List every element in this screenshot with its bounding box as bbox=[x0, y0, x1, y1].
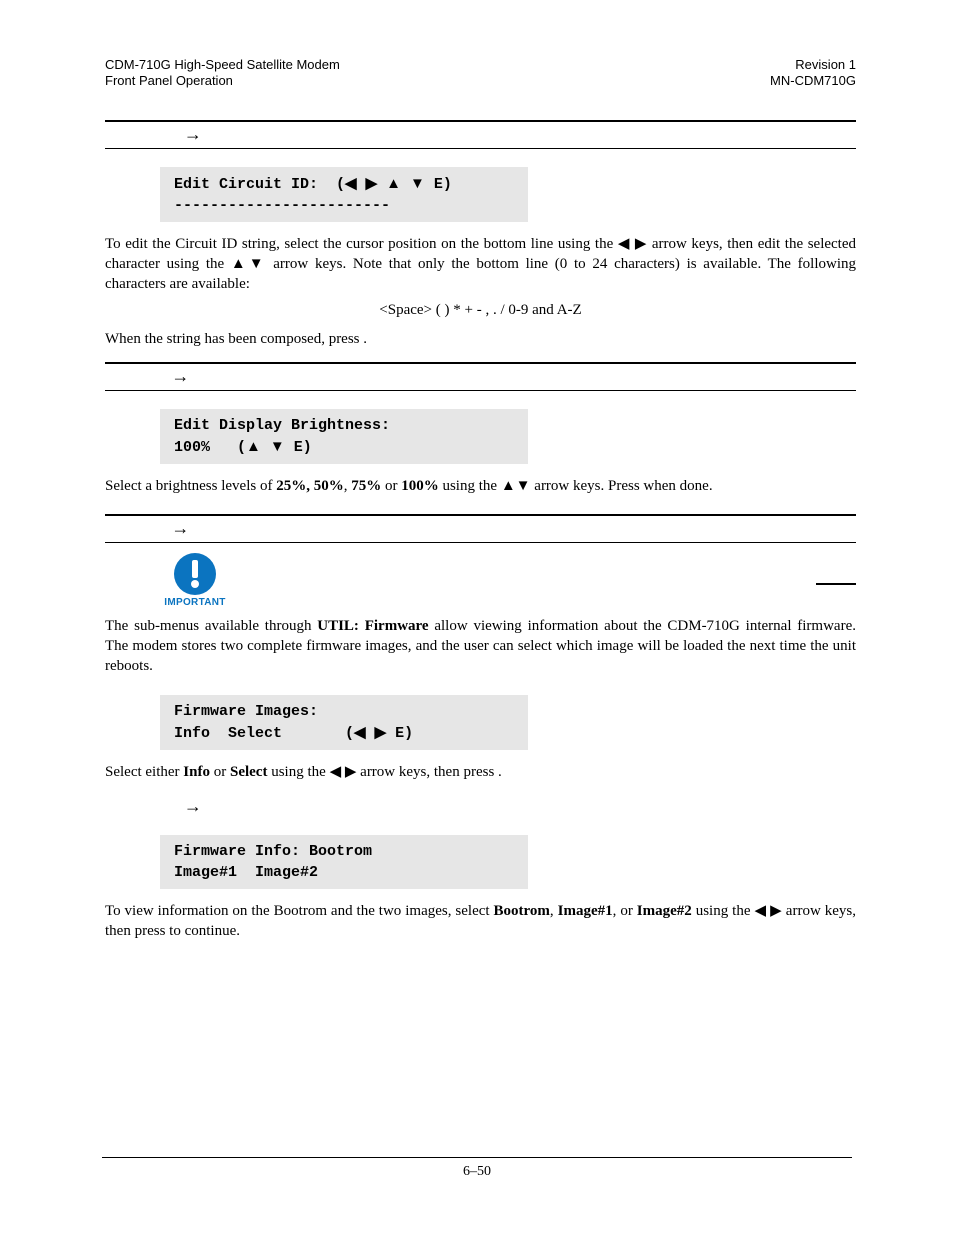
exclamation-icon bbox=[174, 553, 216, 595]
section-heading: 6.3.5.2.5 → bbox=[105, 362, 856, 391]
subsection-heading: 6.3.5.2.6.1 → bbox=[105, 796, 856, 817]
header-right-line1: Revision 1 bbox=[770, 57, 856, 73]
char-set-line: <Space> ( ) * + - , . / 0-9 and A-Z bbox=[105, 302, 856, 319]
important-badge: IMPORTANT bbox=[160, 553, 230, 608]
header-left-line1: CDM-710G High-Speed Satellite Modem bbox=[105, 57, 340, 73]
header-right: Revision 1 MN-CDM710G bbox=[770, 57, 856, 90]
running-header: CDM-710G High-Speed Satellite Modem Fron… bbox=[105, 57, 856, 90]
section-heading: 6.3.5.2.4.1 → bbox=[105, 120, 856, 149]
paragraph: To view information on the Bootrom and t… bbox=[105, 901, 856, 942]
paragraph: The sub-menus available through UTIL: Fi… bbox=[105, 616, 856, 677]
lcd-text: Edit Display Brightness: 100% (▲ ▼ E) bbox=[174, 417, 390, 456]
paragraph: Select either Info or Select using the ◀… bbox=[105, 762, 856, 782]
lcd-brightness: Edit Display Brightness: 100% (▲ ▼ E) bbox=[160, 409, 528, 464]
lcd-firmware-info: Firmware Info: Bootrom Image#1 Image#2 bbox=[160, 835, 528, 889]
arrow-right-icon: → bbox=[184, 796, 202, 817]
page: CDM-710G High-Speed Satellite Modem Fron… bbox=[0, 0, 954, 1235]
header-left: CDM-710G High-Speed Satellite Modem Fron… bbox=[105, 57, 340, 90]
section-circuit-id: 6.3.5.2.4.1 → Edit Circuit ID: (◀ ▶ ▲ ▼ … bbox=[105, 120, 856, 350]
header-right-line2: MN-CDM710G bbox=[770, 73, 856, 89]
page-number: 6–50 bbox=[0, 1157, 954, 1180]
important-label: IMPORTANT bbox=[160, 597, 230, 608]
lcd-firmware-images: Firmware Images: Info Select (◀ ▶ E) bbox=[160, 695, 528, 750]
lcd-text: Edit Circuit ID: (◀ ▶ ▲ ▼ E) -----------… bbox=[174, 176, 452, 214]
section-display-brightness: 6.3.5.2.5 → Edit Display Brightness: 100… bbox=[105, 362, 856, 496]
arrow-right-icon: → bbox=[184, 124, 202, 145]
paragraph: To edit the Circuit ID string, select th… bbox=[105, 234, 856, 295]
lcd-text: Firmware Images: Info Select (◀ ▶ E) bbox=[174, 703, 413, 742]
paragraph: Select a brightness levels of 25%, 50%, … bbox=[105, 476, 856, 496]
section-heading: 6.3.5.2.6 → bbox=[105, 514, 856, 543]
arrow-right-icon: → bbox=[171, 518, 189, 539]
paragraph: When the string has been composed, press… bbox=[105, 329, 856, 349]
arrow-right-icon: → bbox=[171, 366, 189, 387]
header-left-line2: Front Panel Operation bbox=[105, 73, 340, 89]
lcd-circuit-id: Edit Circuit ID: (◀ ▶ ▲ ▼ E) -----------… bbox=[160, 167, 528, 222]
section-firmware: 6.3.5.2.6 → IMPORTANT The sub-menus avai… bbox=[105, 514, 856, 942]
lcd-text: Firmware Info: Bootrom Image#1 Image#2 bbox=[174, 843, 372, 881]
rule-segment bbox=[816, 583, 856, 585]
